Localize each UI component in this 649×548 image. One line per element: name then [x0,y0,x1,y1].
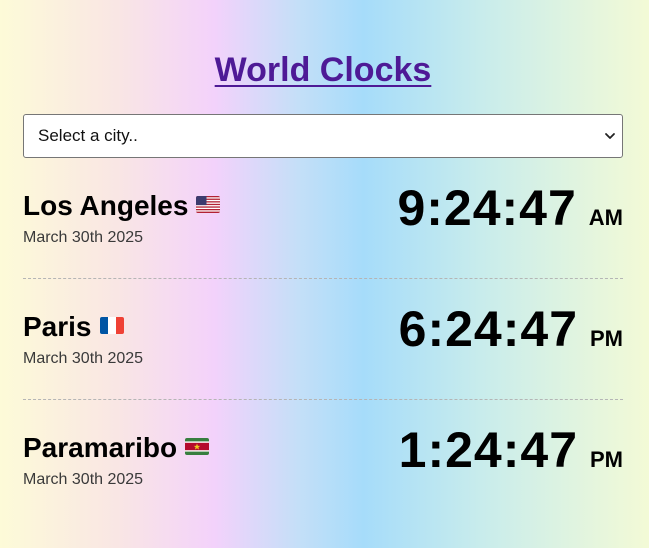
clock-time: 6:24:47 [398,301,578,357]
city-name: Paramaribo [23,432,178,463]
page-title[interactable]: World Clocks [23,50,623,90]
clock-ampm: PM [590,326,623,351]
fr-flag-icon [99,316,124,334]
chevron-down-icon [604,130,616,142]
clock-row-paramaribo: Paramaribo March 30th 2025 1:24:47 PM [23,399,623,520]
clock-ampm: AM [588,205,623,230]
sr-flag-icon [185,437,210,455]
clock-time: 9:24:47 [397,180,577,236]
city-select-value: Select a city.. [38,126,138,145]
clock-date: March 30th 2025 [23,350,144,367]
clock-row-paris: Paris March 30th 2025 6:24:47 PM [23,278,623,399]
city-name: Paris [23,311,92,342]
clock-time: 1:24:47 [398,422,578,478]
clock-date: March 30th 2025 [23,229,144,246]
city-name: Los Angeles [23,190,189,221]
city-select[interactable]: Select a city.. [23,114,623,158]
clock-date: March 30th 2025 [23,471,144,488]
us-flag-icon [196,195,221,213]
clock-ampm: PM [590,447,623,472]
